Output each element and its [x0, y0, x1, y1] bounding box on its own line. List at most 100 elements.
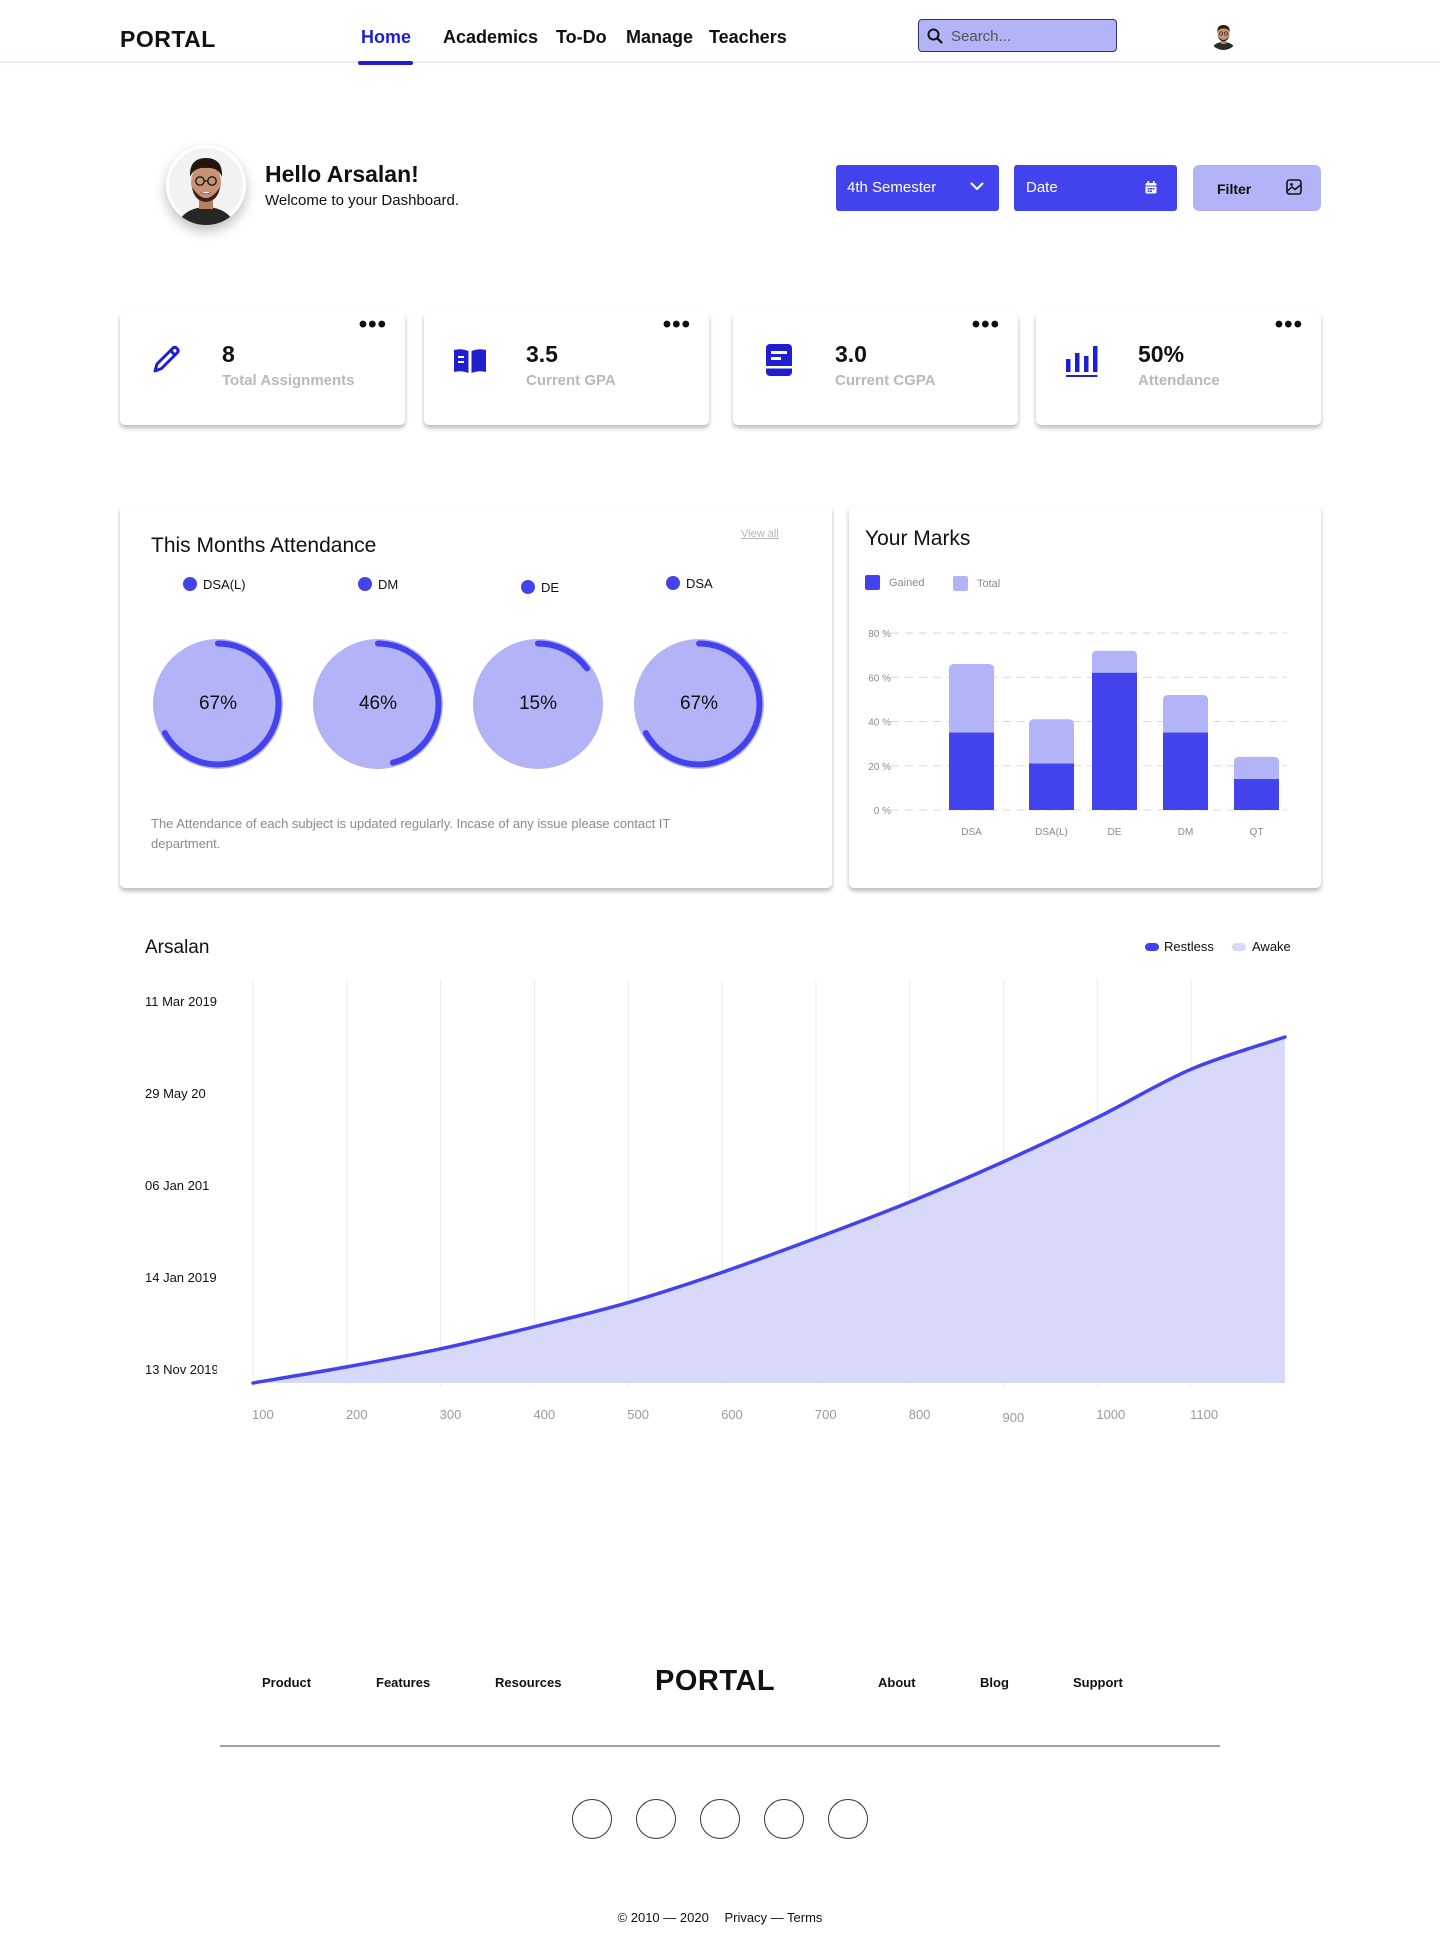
semester-dropdown[interactable]: 4th Semester: [836, 165, 999, 211]
profile-avatar[interactable]: [166, 145, 246, 225]
bar-chart-icon: [1066, 346, 1098, 377]
chevron-down-icon: [970, 182, 984, 190]
cgpa-value: 3.0: [835, 341, 867, 367]
stat-card-gpa[interactable]: ••• 3.5 Current GPA: [424, 312, 709, 425]
legend-label-dm: DM: [378, 577, 399, 592]
footer-link-product[interactable]: Product: [262, 1675, 311, 1690]
social-icon-2[interactable]: [636, 1799, 676, 1839]
user-photo-icon: [1209, 21, 1238, 50]
assignments-value: 8: [222, 341, 235, 367]
search-box[interactable]: [918, 19, 1117, 52]
legend-gained-label: Gained: [889, 577, 925, 589]
ring-percent-de: 15%: [518, 693, 558, 714]
x-tick-label: 1000: [1096, 1407, 1125, 1422]
x-tick-label: 600: [721, 1407, 743, 1422]
legend-dot-dsa: [666, 576, 680, 590]
more-options-icon[interactable]: •••: [1275, 313, 1303, 337]
bar-gained: [1029, 763, 1074, 810]
nav-teachers[interactable]: Teachers: [709, 27, 787, 48]
footer-link-about[interactable]: About: [878, 1675, 916, 1690]
y-tick-label: 80 %: [868, 629, 891, 640]
footer-logo[interactable]: PORTAL: [655, 1665, 775, 1698]
legend-label-dsa-l: DSA(L): [203, 577, 246, 592]
x-tick-label: 1100: [1190, 1407, 1218, 1422]
header-logo[interactable]: PORTAL: [120, 26, 216, 53]
x-tick-label: 800: [909, 1407, 931, 1422]
more-options-icon[interactable]: •••: [663, 313, 691, 337]
stat-card-attendance[interactable]: ••• 50% Attendance: [1036, 312, 1321, 425]
nav-todo[interactable]: To-Do: [556, 27, 607, 48]
x-tick-label: QT: [1250, 827, 1264, 838]
footer-divider: [220, 1745, 1220, 1747]
legend-dot-de: [521, 580, 535, 594]
social-icon-5[interactable]: [828, 1799, 868, 1839]
book-icon: [766, 344, 792, 376]
stat-card-cgpa[interactable]: ••• 3.0 Current CGPA: [733, 312, 1018, 425]
legend-restless-dot: [1145, 943, 1159, 951]
privacy-terms-link[interactable]: Privacy — Terms: [724, 1910, 822, 1925]
greeting-subtitle: Welcome to your Dashboard.: [265, 192, 459, 209]
footer-link-blog[interactable]: Blog: [980, 1675, 1009, 1690]
attendance-title: This Months Attendance: [151, 534, 377, 557]
attendance-label: Attendance: [1138, 372, 1220, 389]
calendar-icon: [1145, 181, 1157, 194]
x-tick-label: DM: [1178, 827, 1194, 838]
stat-card-assignments[interactable]: ••• 8 Total Assignments: [120, 312, 405, 425]
legend-total-label: Total: [977, 578, 1001, 590]
user-avatar[interactable]: [1209, 21, 1238, 50]
more-options-icon[interactable]: •••: [972, 313, 1000, 337]
legend-label-dsa: DSA: [686, 576, 713, 591]
y-tick-label: 11 Mar 2019: [145, 994, 217, 1009]
date-picker-button[interactable]: Date: [1014, 165, 1177, 211]
date-label: Date: [1026, 179, 1058, 196]
legend-gained-swatch: [865, 575, 880, 590]
more-options-icon[interactable]: •••: [359, 313, 387, 337]
legend-awake-dot: [1232, 943, 1246, 951]
attendance-value: 50%: [1138, 341, 1185, 367]
ring-percent-dm: 46%: [358, 693, 398, 714]
social-icon-1[interactable]: [572, 1799, 612, 1839]
y-tick-label: 0 %: [874, 806, 891, 817]
gpa-value: 3.5: [526, 341, 558, 367]
x-tick-label: 200: [346, 1407, 368, 1422]
y-tick-label: 20 %: [868, 762, 891, 773]
attendance-ring-dm: 46%: [311, 637, 445, 771]
x-tick-label: 300: [440, 1407, 462, 1422]
social-icon-4[interactable]: [764, 1799, 804, 1839]
y-tick-label: 29 May 20: [145, 1086, 206, 1101]
legend-awake-label: Awake: [1252, 939, 1291, 954]
filter-label: Filter: [1217, 181, 1252, 197]
x-tick-label: 900: [1003, 1410, 1025, 1425]
x-tick-label: 700: [815, 1407, 837, 1422]
copyright-text: © 2010 — 2020: [617, 1910, 709, 1925]
footer-link-support[interactable]: Support: [1073, 1675, 1123, 1690]
sleep-area-chart: 100 200 300 400 500 600 700 800 900 1000 1100: [251, 980, 1287, 1425]
nav-active-indicator: [358, 61, 413, 65]
x-tick-label: 100: [252, 1407, 274, 1422]
view-all-link[interactable]: View all: [741, 528, 779, 540]
x-tick-label: DSA: [961, 827, 982, 838]
nav-manage[interactable]: Manage: [626, 27, 693, 48]
area-chart-title: Arsalan: [145, 937, 210, 958]
y-tick-label: 06 Jan 201: [145, 1178, 210, 1193]
filter-button[interactable]: Filter: [1193, 165, 1321, 211]
bar-gained: [1234, 779, 1279, 810]
footer-link-resources[interactable]: Resources: [495, 1675, 561, 1690]
legend-label-de: DE: [541, 580, 560, 595]
top-navbar: PORTAL Home Academics To-Do Manage Teach…: [0, 0, 1440, 65]
marks-bar-chart: 0 % 20 % 40 % 60 % 80 % DSA DSA(L) DE DM QT: [868, 629, 1287, 838]
legend-dot-dsa-l: [183, 577, 197, 591]
y-tick-label: 14 Jan 2019: [145, 1270, 217, 1285]
footer-copyright-row: © 2010 — 2020 Privacy — Terms: [0, 1910, 1440, 1925]
nav-home[interactable]: Home: [361, 27, 411, 48]
search-input[interactable]: [951, 25, 1111, 47]
x-tick-label: 400: [533, 1407, 555, 1422]
nav-academics[interactable]: Academics: [443, 27, 538, 48]
marks-title: Your Marks: [865, 527, 971, 550]
attendance-ring-dsa: 67%: [632, 637, 766, 771]
greeting-title: Hello Arsalan!: [265, 161, 419, 187]
gpa-label: Current GPA: [526, 372, 616, 389]
footer-link-features[interactable]: Features: [376, 1675, 430, 1690]
bar-gained: [1092, 672, 1137, 810]
social-icon-3[interactable]: [700, 1799, 740, 1839]
